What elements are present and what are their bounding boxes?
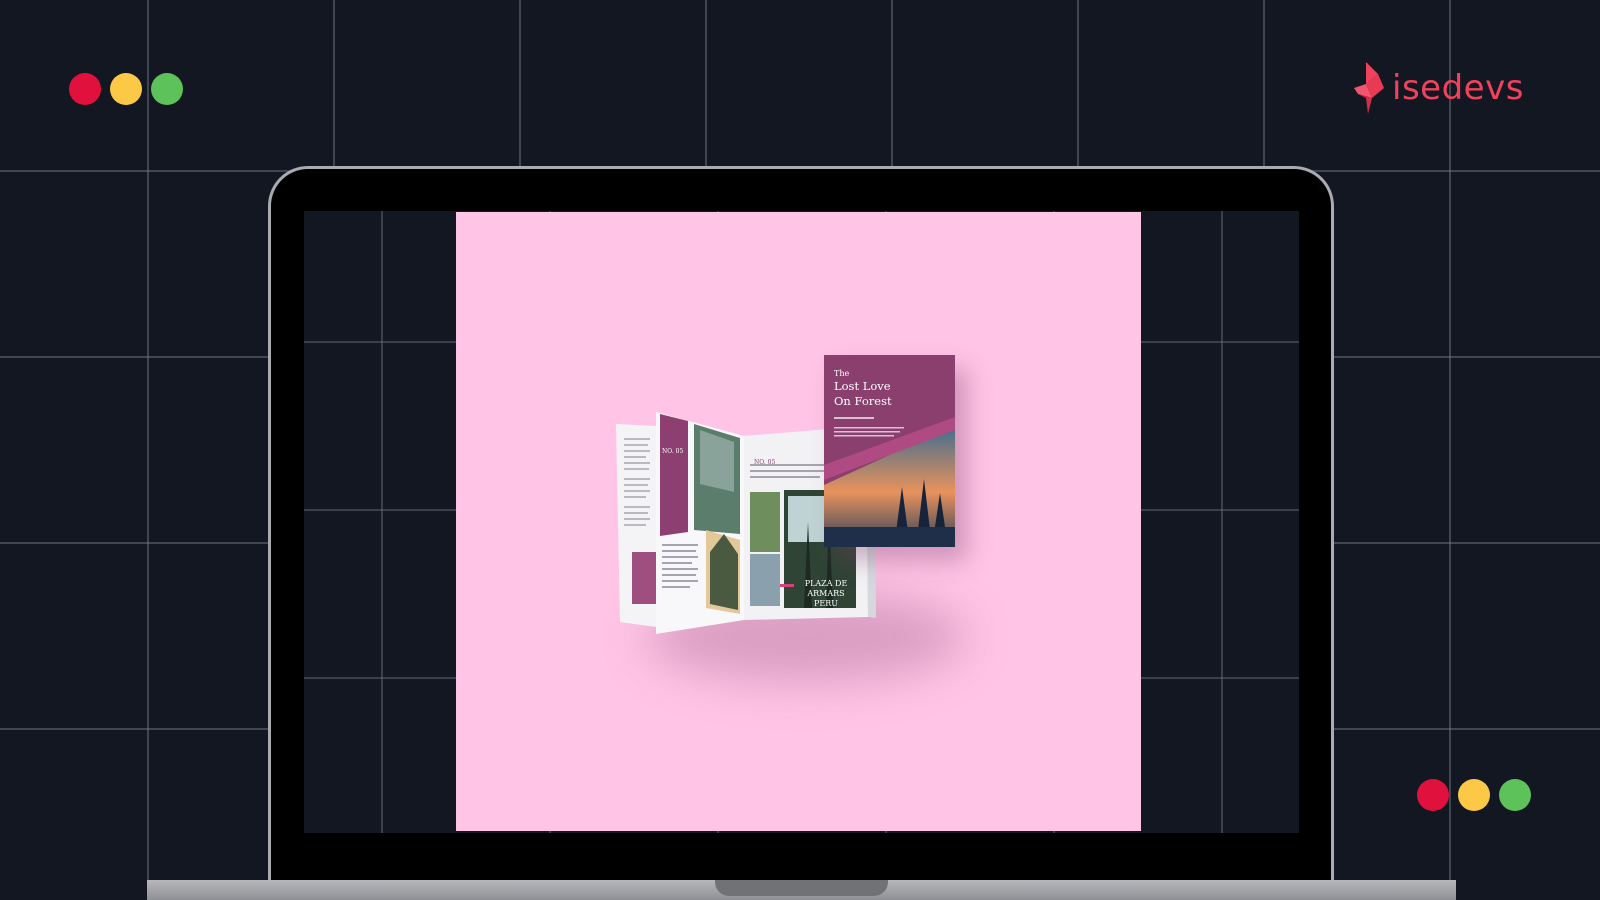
spread-label-right: NO. 05 (754, 459, 776, 466)
cover-title-line-2: On Forest (834, 394, 892, 408)
yellow-dot (110, 73, 142, 105)
laptop-notch (715, 880, 888, 896)
spread-label-left: NO. 05 (662, 448, 684, 455)
cover-title-the: The (834, 369, 850, 378)
window-controls-top-left (69, 73, 183, 105)
brand-logo: isedevs (1354, 62, 1524, 114)
cover-title-line-1: Lost Love (834, 379, 891, 393)
magazine-cover: The Lost Love On Forest (824, 355, 955, 547)
window-controls-bottom-right (1417, 779, 1531, 811)
cover-title: The Lost Love On Forest (834, 369, 944, 409)
photo-caption-line-1: PLAZA DE ARMARS (804, 579, 848, 598)
magazine-slide: PLAZA DE ARMARS PERU NO. 05 NO. 05 The L… (456, 212, 1141, 831)
green-dot (151, 73, 183, 105)
yellow-dot (1458, 779, 1490, 811)
brand-mark-icon (1354, 62, 1384, 114)
brand-name: isedevs (1392, 68, 1524, 108)
green-dot (1499, 779, 1531, 811)
photo-caption-line-2: PERU (814, 599, 838, 608)
red-dot (1417, 779, 1449, 811)
red-dot (69, 73, 101, 105)
